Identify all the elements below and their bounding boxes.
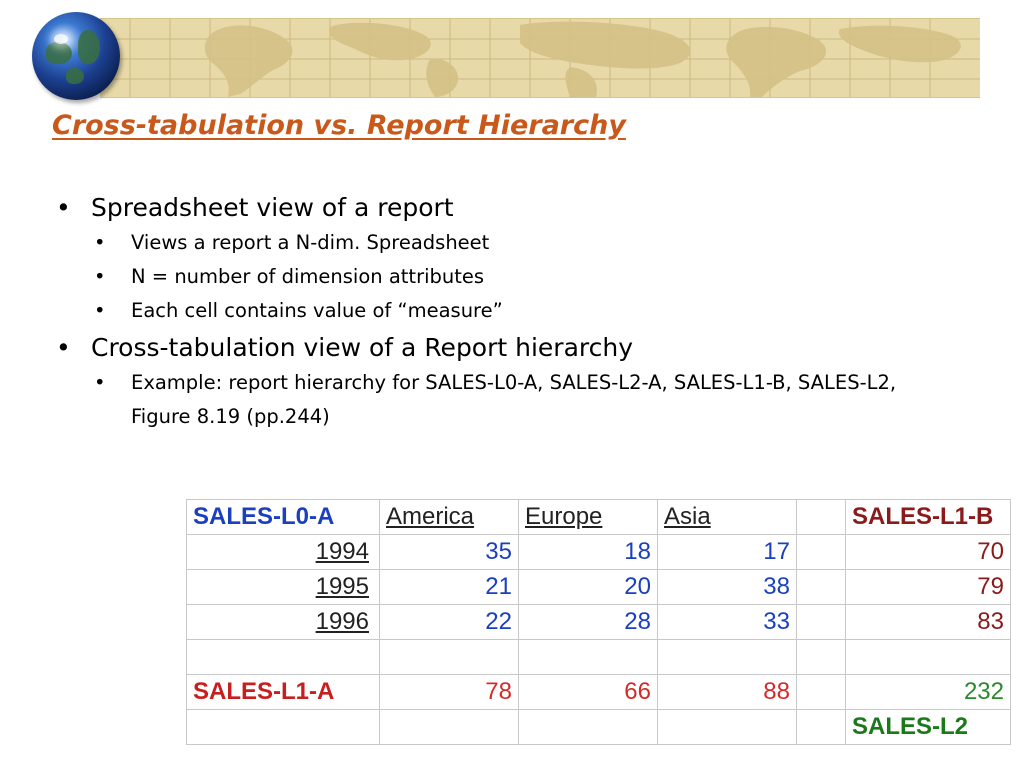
empty-cell — [518, 639, 658, 675]
cell-value: 33 — [657, 604, 797, 640]
grand-total-row: SALES-L2 — [186, 709, 1011, 745]
cell-value: 17 — [657, 534, 797, 570]
sub-bullet-item: Views a report a N-dim. Spreadsheet — [56, 226, 976, 260]
empty-cell — [379, 709, 519, 745]
slide-title: Cross-tabulation vs. Report Hierarchy — [52, 110, 626, 141]
grand-total-value: 232 — [845, 674, 1011, 710]
column-total-value: 66 — [518, 674, 658, 710]
empty-cell — [796, 674, 846, 710]
column-total-label: SALES-L1-A — [186, 674, 380, 710]
bullet-item: Spreadsheet view of a report — [56, 192, 976, 224]
empty-cell — [657, 639, 797, 675]
bullet-item: Cross-tabulation view of a Report hierar… — [56, 332, 976, 364]
column-header: Asia — [657, 499, 797, 535]
row-total-value: 83 — [845, 604, 1011, 640]
row-year: 1996 — [186, 604, 380, 640]
cell-value: 20 — [518, 569, 658, 605]
empty-cell — [796, 639, 846, 675]
table-row: 1994 35 18 17 70 — [186, 534, 1011, 570]
sub-bullet-item: N = number of dimension attributes — [56, 260, 976, 294]
cell-value: 35 — [379, 534, 519, 570]
cell-value: 18 — [518, 534, 658, 570]
empty-cell — [796, 569, 846, 605]
row-total-label: SALES-L1-B — [845, 499, 1011, 535]
corner-label: SALES-L0-A — [186, 499, 380, 535]
table-header-row: SALES-L0-A America Europe Asia SALES-L1-… — [186, 499, 1011, 535]
column-total-value: 88 — [657, 674, 797, 710]
table-row-empty — [186, 639, 1011, 675]
column-total-row: SALES-L1-A 78 66 88 232 — [186, 674, 1011, 710]
row-total-value: 79 — [845, 569, 1011, 605]
empty-cell — [796, 534, 846, 570]
row-year: 1994 — [186, 534, 380, 570]
empty-cell — [379, 639, 519, 675]
cell-value: 38 — [657, 569, 797, 605]
empty-cell — [518, 709, 658, 745]
cross-tab-spreadsheet: SALES-L0-A America Europe Asia SALES-L1-… — [186, 499, 1011, 745]
row-year: 1995 — [186, 569, 380, 605]
empty-cell — [796, 604, 846, 640]
empty-cell — [657, 709, 797, 745]
empty-cell — [186, 709, 380, 745]
table-row: 1996 22 28 33 83 — [186, 604, 1011, 640]
table-row: 1995 21 20 38 79 — [186, 569, 1011, 605]
cell-value: 22 — [379, 604, 519, 640]
grand-total-label: SALES-L2 — [845, 709, 1011, 745]
sub-bullet-item: Example: report hierarchy for SALES-L0-A… — [56, 366, 931, 434]
cell-value: 21 — [379, 569, 519, 605]
column-header: America — [379, 499, 519, 535]
row-total-value: 70 — [845, 534, 1011, 570]
empty-cell — [845, 639, 1011, 675]
empty-cell — [796, 709, 846, 745]
column-header — [796, 499, 846, 535]
globe-icon — [32, 12, 120, 100]
cell-value: 28 — [518, 604, 658, 640]
bullet-list: Spreadsheet view of a report Views a rep… — [56, 192, 976, 434]
sub-bullet-item: Each cell contains value of “measure” — [56, 294, 976, 328]
empty-cell — [186, 639, 380, 675]
world-map-banner — [100, 18, 980, 98]
column-total-value: 78 — [379, 674, 519, 710]
column-header: Europe — [518, 499, 658, 535]
